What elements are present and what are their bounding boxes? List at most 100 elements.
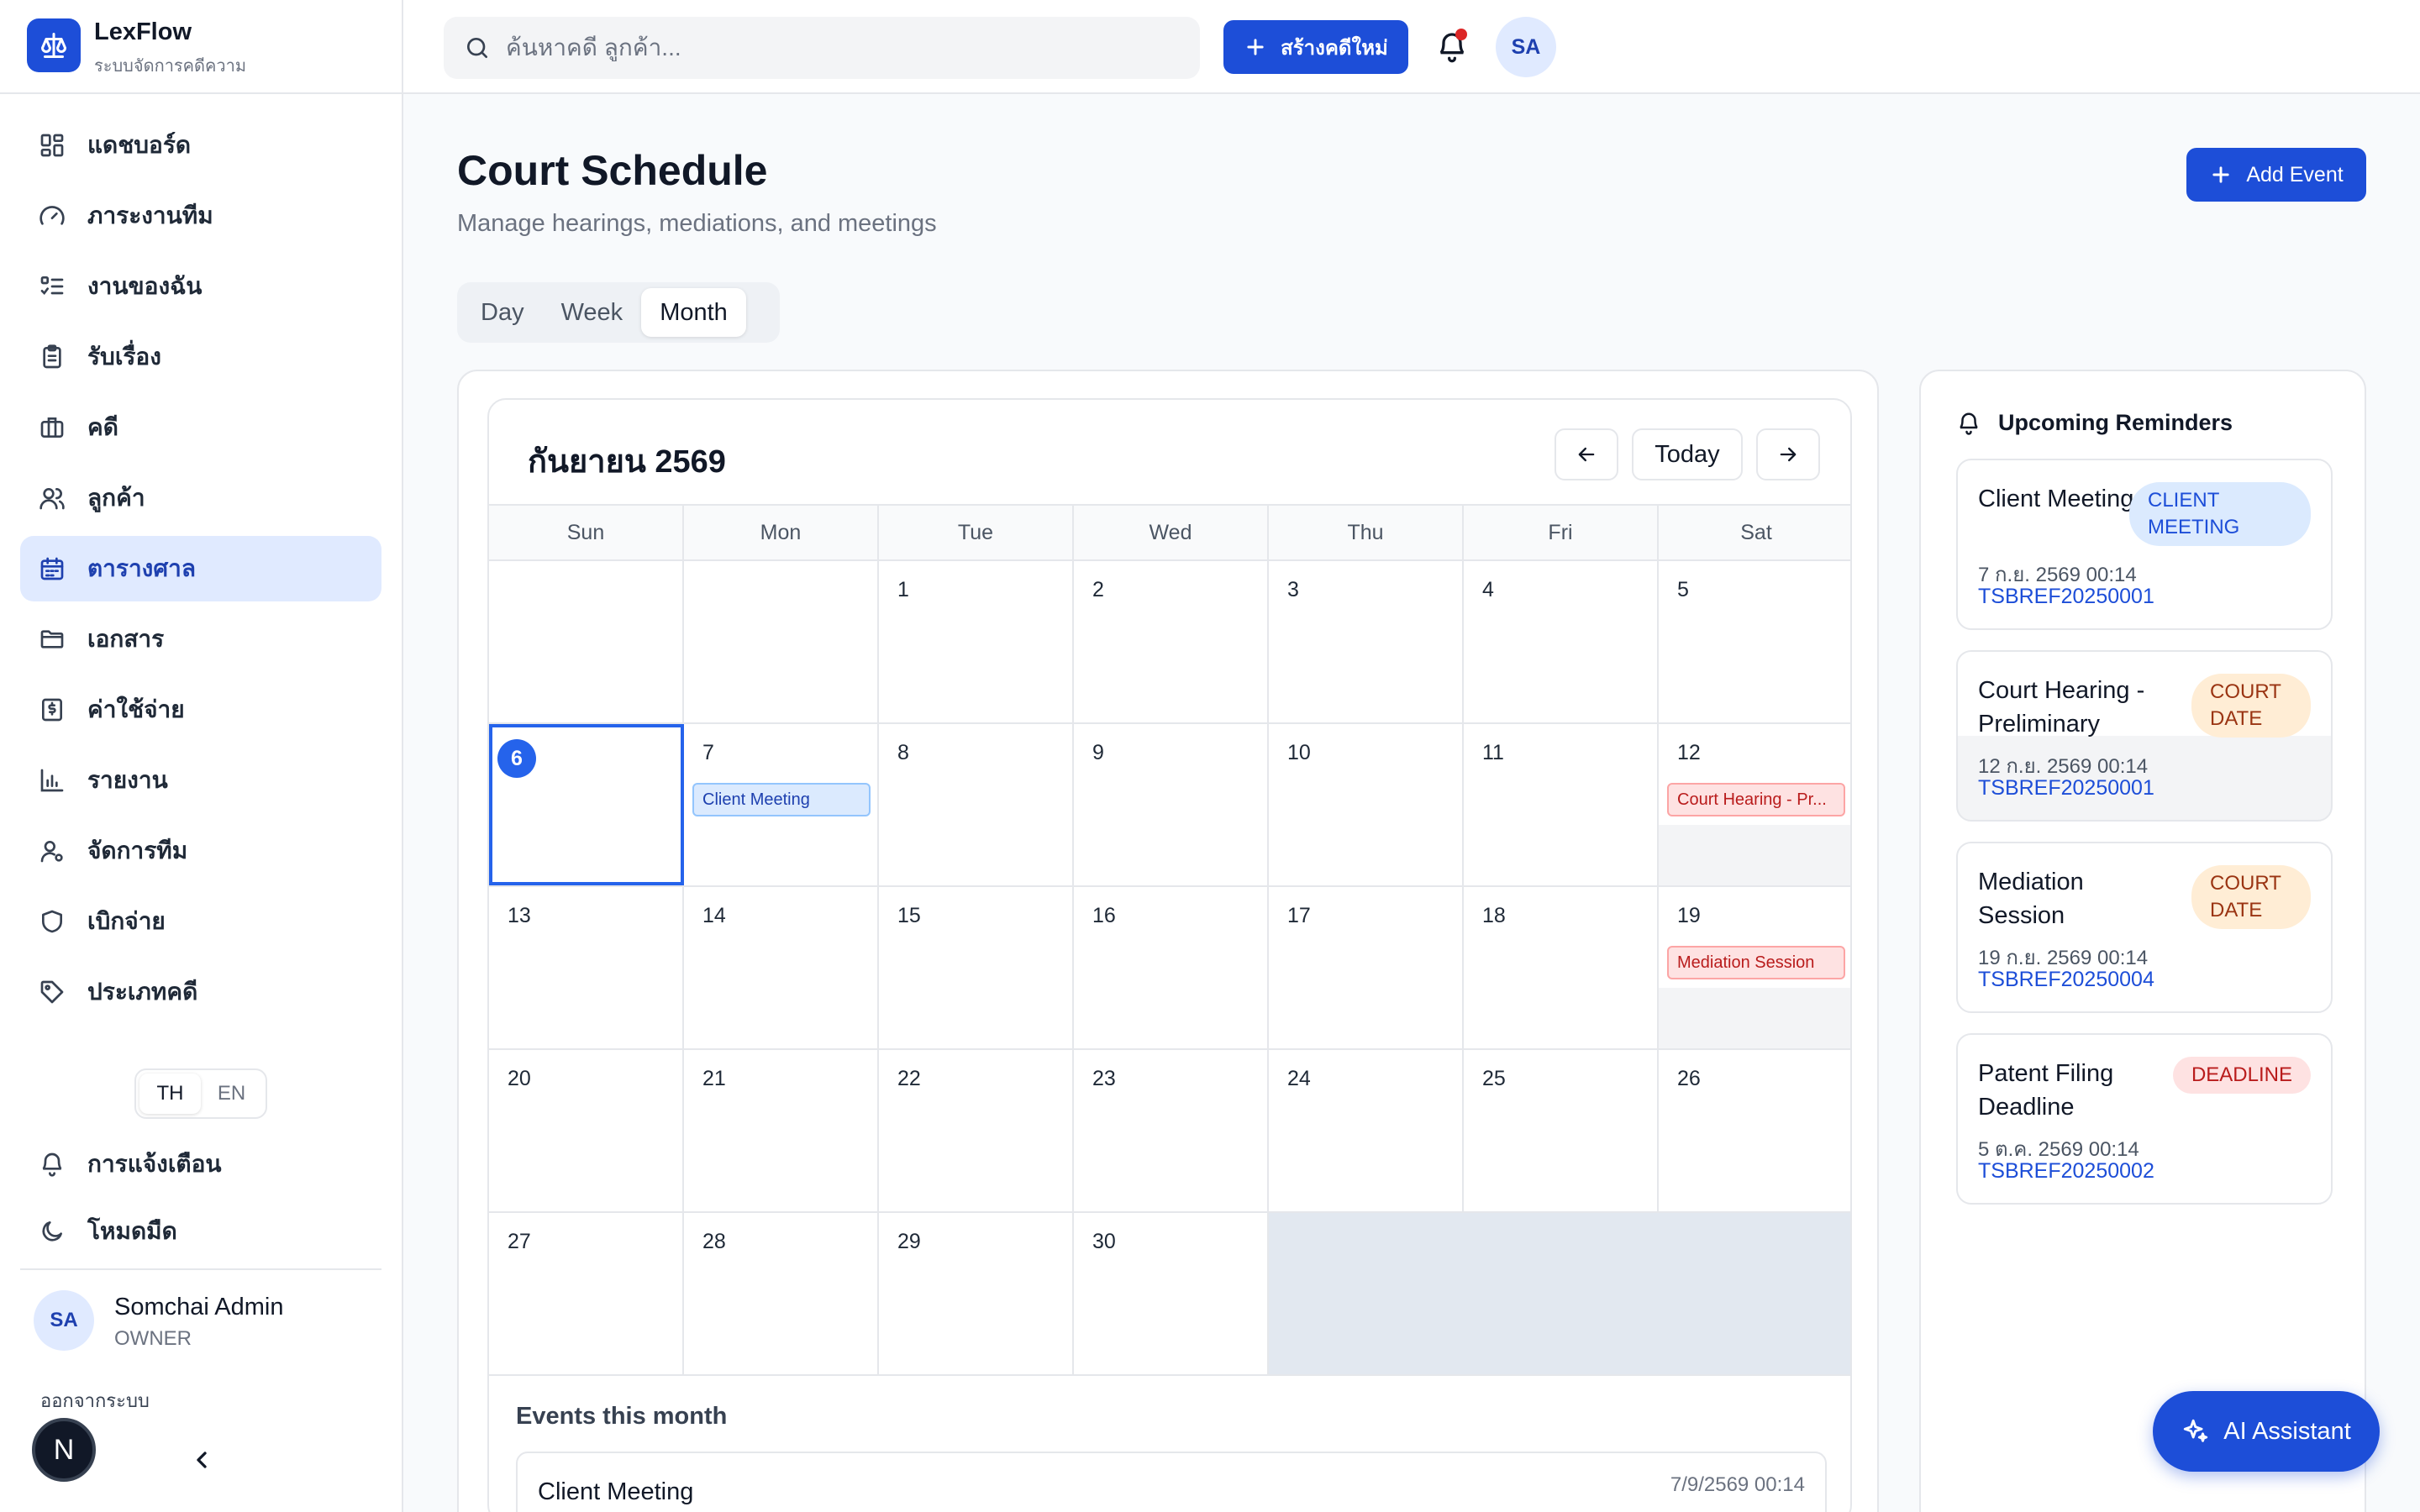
calendar-day[interactable]: 26 xyxy=(1659,1050,1850,1211)
calendar-day[interactable]: 13 xyxy=(489,887,684,1048)
calendar-day[interactable]: 23 xyxy=(1074,1050,1269,1211)
scales-icon xyxy=(27,18,81,72)
reminder-item[interactable]: Mediation Session COURT DATE 19 ก.ย. 256… xyxy=(1956,842,2333,1013)
day-number: 18 xyxy=(1482,904,1506,927)
calendar-day[interactable]: 16 xyxy=(1074,887,1269,1048)
event-list-item[interactable]: Client Meeting 7/9/2569 00:14 xyxy=(516,1452,1827,1512)
calendar-day[interactable]: 18 xyxy=(1464,887,1659,1048)
next-month-button[interactable] xyxy=(1756,428,1820,480)
reminder-item[interactable]: Court Hearing - Preliminary COURT DATE 1… xyxy=(1956,650,2333,822)
sidebar-nav: แดชบอร์ด ภาระงานทีม งานของฉัน รับเรื่อง … xyxy=(20,113,381,1030)
reminder-item[interactable]: Patent Filing Deadline DEADLINE 5 ต.ค. 2… xyxy=(1956,1033,2333,1205)
calendar-day-empty[interactable] xyxy=(1659,1213,1850,1374)
reminder-ref[interactable]: TSBREF20250001 xyxy=(1978,585,2154,609)
add-event-button[interactable]: Add Event xyxy=(2186,148,2366,202)
calendar-event-chip[interactable]: Mediation Session xyxy=(1667,946,1845,979)
avatar[interactable]: SA xyxy=(1496,17,1556,77)
reminder-ref[interactable]: TSBREF20250004 xyxy=(1978,968,2154,992)
lang-th-button[interactable]: TH xyxy=(139,1074,201,1114)
dark-mode-label: โหมดมืด xyxy=(87,1218,177,1244)
calendar-week-row: 6 7 Client Meeting 8 9 10 11 12 Court Hearing - … xyxy=(489,724,1850,887)
sidebar-item-my-tasks[interactable]: งานของฉัน xyxy=(20,254,381,319)
calendar-day[interactable]: 19 Mediation Session xyxy=(1659,887,1850,1048)
calendar-day[interactable]: 8 xyxy=(879,724,1074,885)
reminder-item[interactable]: Client Meeting CLIENT MEETING 7 ก.ย. 256… xyxy=(1956,459,2333,630)
sidebar-item-expenses[interactable]: ค่าใช้จ่าย xyxy=(20,677,381,743)
sidebar-item-case-types[interactable]: ประเภทคดี xyxy=(20,959,381,1025)
calendar-day[interactable]: 30 xyxy=(1074,1213,1269,1374)
sidebar-item-label: รายงาน xyxy=(87,767,168,793)
reminder-badge: CLIENT MEETING xyxy=(2129,482,2311,546)
ai-assistant-button[interactable]: AI Assistant xyxy=(2153,1391,2380,1472)
sidebar-item-reports[interactable]: รายงาน xyxy=(20,748,381,813)
today-button[interactable]: Today xyxy=(1632,428,1743,480)
prev-month-button[interactable] xyxy=(1555,428,1618,480)
calendar-day[interactable]: 17 xyxy=(1269,887,1464,1048)
calendar-day-empty[interactable] xyxy=(684,561,879,722)
day-number: 22 xyxy=(897,1067,921,1090)
calendar-day[interactable]: 14 xyxy=(684,887,879,1048)
bell-icon xyxy=(1960,412,1978,435)
day-number: 2 xyxy=(1092,578,1104,601)
calendar-day[interactable]: 9 xyxy=(1074,724,1269,885)
calendar-day[interactable]: 5 xyxy=(1659,561,1850,722)
calendar-day[interactable]: 4 xyxy=(1464,561,1659,722)
reminder-ref[interactable]: TSBREF20250001 xyxy=(1978,776,2154,801)
calendar-day[interactable]: 24 xyxy=(1269,1050,1464,1211)
chevron-left-icon[interactable] xyxy=(188,1446,215,1473)
dark-mode-toggle[interactable]: โหมดมืด xyxy=(20,1205,381,1258)
next-dev-badge[interactable]: N xyxy=(32,1418,96,1482)
weekday-header: Sun Mon Tue Wed Thu Fri Sat xyxy=(489,504,1850,561)
logout-link[interactable]: ออกจากระบบ xyxy=(40,1386,150,1415)
tag-icon xyxy=(40,980,64,1004)
calendar-day[interactable]: 10 xyxy=(1269,724,1464,885)
calendar-day-empty[interactable] xyxy=(1269,1213,1464,1374)
tab-week[interactable]: Week xyxy=(543,288,642,337)
calendar-day[interactable]: 20 xyxy=(489,1050,684,1211)
calendar-event-chip[interactable]: Client Meeting xyxy=(692,783,871,816)
briefcase-icon xyxy=(40,417,64,438)
lang-en-button[interactable]: EN xyxy=(201,1074,262,1114)
calendar-day[interactable]: 2 xyxy=(1074,561,1269,722)
calendar-day[interactable]: 29 xyxy=(879,1213,1074,1374)
calendar-day[interactable]: 15 xyxy=(879,887,1074,1048)
sidebar-item-cases[interactable]: คดี xyxy=(20,395,381,460)
calendar-day[interactable]: 12 Court Hearing - Pr... xyxy=(1659,724,1850,885)
calendar-day[interactable]: 3 xyxy=(1269,561,1464,722)
tab-month[interactable]: Month xyxy=(641,288,746,337)
new-case-button[interactable]: สร้างคดีใหม่ xyxy=(1223,20,1408,74)
calendar-day[interactable]: 7 Client Meeting xyxy=(684,724,879,885)
calendar-day[interactable]: 28 xyxy=(684,1213,879,1374)
sidebar-item-documents[interactable]: เอกสาร xyxy=(20,606,381,672)
sidebar-item-disbursement[interactable]: เบิกจ่าย xyxy=(20,889,381,954)
sidebar-item-team-management[interactable]: จัดการทีม xyxy=(20,818,381,884)
calendar-day[interactable]: 1 xyxy=(879,561,1074,722)
sidebar-item-team-workload[interactable]: ภาระงานทีม xyxy=(20,183,381,249)
ai-assistant-label: AI Assistant xyxy=(2223,1417,2351,1445)
sidebar-item-intake[interactable]: รับเรื่อง xyxy=(20,324,381,390)
calendar-day[interactable]: 22 xyxy=(879,1050,1074,1211)
sidebar-item-clients[interactable]: ลูกค้า xyxy=(20,465,381,531)
avatar[interactable]: SA xyxy=(34,1290,94,1351)
calendar-day-empty[interactable] xyxy=(489,561,684,722)
day-number: 3 xyxy=(1287,578,1299,601)
calendar-day[interactable]: 21 xyxy=(684,1050,879,1211)
calendar-day-empty[interactable] xyxy=(1464,1213,1659,1374)
tab-day[interactable]: Day xyxy=(462,288,543,337)
calendar-day[interactable]: 11 xyxy=(1464,724,1659,885)
sidebar-footer: TH EN การแจ้งเตือน โหมดมืด SA Somchai Ad… xyxy=(0,1050,402,1512)
page-title: Court Schedule xyxy=(457,147,768,194)
reminder-ref[interactable]: TSBREF20250002 xyxy=(1978,1159,2154,1184)
bar-chart-icon xyxy=(40,769,64,792)
calendar-day[interactable]: 6 xyxy=(489,724,684,885)
day-number: 19 xyxy=(1677,904,1701,927)
search-input[interactable] xyxy=(506,34,1178,61)
reminders-title-label: Upcoming Reminders xyxy=(1998,410,2233,435)
sidebar-item-dashboard[interactable]: แดชบอร์ด xyxy=(20,113,381,178)
calendar-day[interactable]: 25 xyxy=(1464,1050,1659,1211)
notifications-link[interactable]: การแจ้งเตือน xyxy=(20,1137,381,1191)
calendar-day[interactable]: 27 xyxy=(489,1213,684,1374)
sidebar-item-court-schedule[interactable]: ตารางศาล xyxy=(20,536,381,601)
calendar-event-chip[interactable]: Court Hearing - Pr... xyxy=(1667,783,1845,816)
sidebar-item-label: ตารางศาล xyxy=(87,555,196,581)
